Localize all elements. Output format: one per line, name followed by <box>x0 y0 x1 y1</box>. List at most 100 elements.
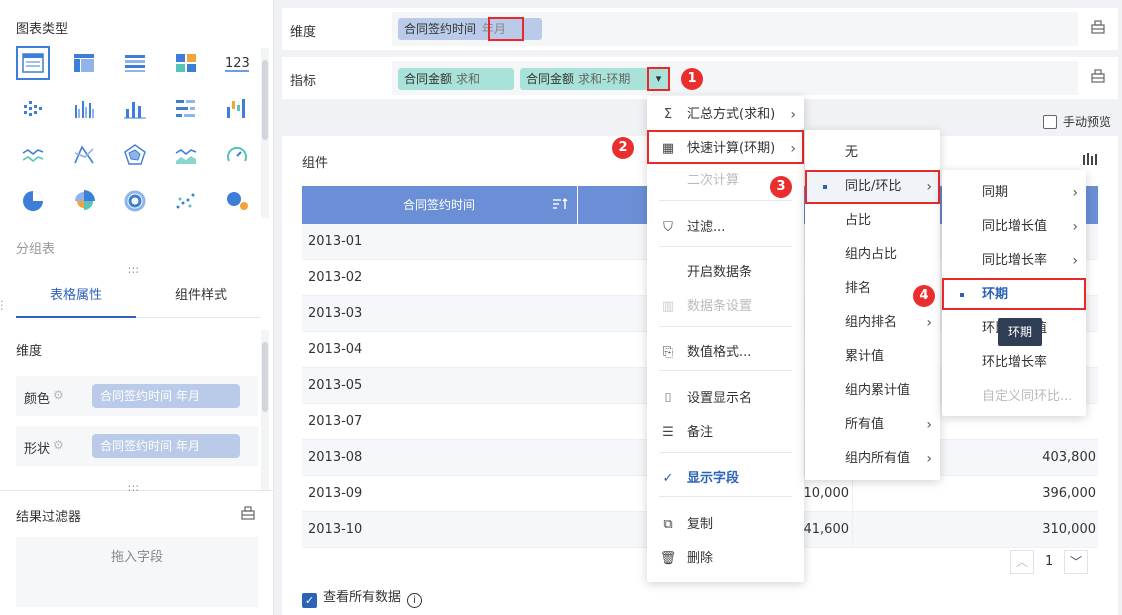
left-panel: 图表类型 123 分组表 ∶∶∶ 表格属性 组件样式 · · · 维度 颜色 ⚙ 合… <box>0 0 274 615</box>
gear-icon[interactable]: ⚙ <box>53 438 64 452</box>
crosstab-chart-icon[interactable] <box>67 46 101 80</box>
menu-show-field[interactable]: ✓ 显示字段 <box>647 462 804 496</box>
calc-option-2[interactable]: 占比 <box>805 204 940 238</box>
page-number: 1 <box>1045 554 1054 569</box>
metric-field-pill-sum[interactable]: 合同金额 求和 <box>398 68 514 90</box>
chevron-right-icon: › <box>1072 185 1078 201</box>
radar-chart-icon[interactable] <box>118 138 152 172</box>
color-field-pill[interactable]: 合同签约时间 年月 <box>92 384 240 408</box>
menu-note[interactable]: ☰ 备注 <box>647 416 804 450</box>
sort-icon[interactable] <box>552 197 568 214</box>
menu-note-icon: ☰ <box>662 425 674 440</box>
view-all-data-toggle[interactable]: ✓ 查看所有数据 i <box>302 586 423 608</box>
highlight-box-yoy <box>805 170 940 204</box>
settings-icon[interactable] <box>1090 20 1106 38</box>
horizontal-bar-icon[interactable] <box>169 92 203 126</box>
calc-option-0[interactable]: 无 <box>805 136 940 170</box>
menu-delete[interactable]: 🗑 删除 <box>647 542 804 576</box>
menu-aggregate[interactable]: Σ 汇总方式(求和) › <box>647 98 804 132</box>
resize-handle-top[interactable]: ∶∶∶ <box>128 264 140 277</box>
page-size-dropdown[interactable]: ﹀ <box>1064 550 1088 574</box>
rose-chart-icon[interactable] <box>67 184 101 218</box>
calc-option-3[interactable]: 组内占比 <box>805 238 940 272</box>
property-tabs: 表格属性 组件样式 <box>16 282 260 318</box>
dashboard-block-icon[interactable] <box>169 46 203 80</box>
group-table-label: 分组表 <box>16 242 56 257</box>
tab-table-properties[interactable]: 表格属性 <box>16 282 136 318</box>
column-header-sign-date[interactable]: 合同签约时间 <box>302 186 576 224</box>
menu-databar[interactable]: 开启数据条 <box>647 256 804 290</box>
bubble-chart-icon[interactable] <box>220 184 254 218</box>
menu-copy-icon: ⧉ <box>663 517 673 532</box>
yoy-option-5[interactable]: 环比增长率 <box>942 346 1086 380</box>
tab-component-style[interactable]: 组件样式 <box>141 282 261 318</box>
gauge-icon[interactable] <box>220 138 254 172</box>
waterfall-icon[interactable] <box>220 92 254 126</box>
calc-option-5[interactable]: 组内排名 › <box>805 306 940 340</box>
menu-number-format[interactable]: ⎘ 数值格式... <box>647 336 804 370</box>
menu-display-name[interactable]: ⌷ 设置显示名 <box>647 382 804 416</box>
calc-option-8[interactable]: 所有值 › <box>805 408 940 442</box>
bar-chart-icon[interactable] <box>118 92 152 126</box>
scatter-bar-icon[interactable] <box>16 92 50 126</box>
row-value-ring: 396,000 <box>1042 486 1096 501</box>
chevron-right-icon: › <box>926 451 932 467</box>
settings-icon[interactable] <box>240 506 256 524</box>
menu-show-field-icon: ✓ <box>662 471 674 486</box>
grouped-bar-icon[interactable] <box>67 92 101 126</box>
ring-chart-icon[interactable] <box>118 184 152 218</box>
dimension-section-title: 维度 <box>16 344 43 359</box>
menu-aggregate-icon: Σ <box>663 107 673 122</box>
yoy-option-2[interactable]: 同比增长率 › <box>942 244 1086 278</box>
menu-number-format-icon: ⎘ <box>662 345 674 360</box>
side-drag-handle[interactable]: · · · <box>0 296 4 315</box>
step-badge-4: 4 <box>913 285 935 307</box>
number-card-icon[interactable]: 123 <box>220 46 254 80</box>
settings-icon[interactable] <box>1090 69 1106 87</box>
property-scrollbar[interactable] <box>261 330 269 490</box>
menu-databar-settings-icon: ▥ <box>661 299 675 314</box>
step-badge-1: 1 <box>681 68 703 90</box>
menu-copy[interactable]: ⧉ 复制 <box>647 508 804 542</box>
result-filter-title: 结果过滤器 <box>16 510 82 525</box>
scatter-chart-icon[interactable] <box>169 184 203 218</box>
shape-field-pill[interactable]: 合同签约时间 年月 <box>92 434 240 458</box>
dimension-label: 维度 <box>290 25 317 40</box>
pie-chart-icon[interactable] <box>16 184 50 218</box>
dimension-row: 维度 合同签约时间 年月 <box>282 8 1118 50</box>
calc-option-9[interactable]: 组内所有值 › <box>805 442 940 476</box>
step-badge-2: 2 <box>612 137 634 159</box>
row-date: 2013-03 <box>308 306 363 321</box>
manual-preview-checkbox[interactable] <box>1043 115 1057 129</box>
detail-table-icon[interactable] <box>118 46 152 80</box>
chevron-right-icon: › <box>1072 219 1078 235</box>
manual-preview-toggle[interactable]: 手动预览 <box>1043 113 1111 130</box>
chart-type-scrollbar[interactable] <box>261 48 269 218</box>
gear-icon[interactable]: ⚙ <box>53 388 64 402</box>
field-context-menu: Σ 汇总方式(求和) › ▦ 快速计算(环期) › 二次计算 ⛉ 过滤... 开启数据条… <box>647 96 804 582</box>
step-badge-3: 3 <box>770 176 792 198</box>
table-chart-icon[interactable] <box>16 46 50 80</box>
calc-option-7[interactable]: 组内累计值 <box>805 374 940 408</box>
dropdown-arrow-button[interactable]: ▾ <box>647 67 670 91</box>
row-date: 2013-02 <box>308 270 363 285</box>
menu-filter[interactable]: ⛉ 过滤... <box>647 211 804 245</box>
metric-drop-area[interactable]: 合同金额 求和 合同金额 求和-环期 <box>392 61 1078 95</box>
area-chart-icon[interactable] <box>169 138 203 172</box>
yoy-option-0[interactable]: 同期 › <box>942 176 1086 210</box>
chevron-right-icon: › <box>926 315 932 331</box>
menu-display-name-icon: ⌷ <box>664 391 672 406</box>
info-icon[interactable]: i <box>407 593 423 608</box>
highlight-box-quick-calc <box>647 130 804 164</box>
chart-switch-icon[interactable] <box>1082 152 1098 170</box>
yoy-option-1[interactable]: 同比增长值 › <box>942 210 1086 244</box>
filter-drop-zone[interactable]: 拖入字段 <box>16 537 258 607</box>
resize-handle-bottom[interactable]: ∶∶∶ <box>128 482 140 495</box>
prev-page-button[interactable]: ︿ <box>1010 550 1034 574</box>
menu-filter-icon: ⛉ <box>663 220 673 235</box>
calc-option-6[interactable]: 累计值 <box>805 340 940 374</box>
view-all-checkbox[interactable]: ✓ <box>302 593 317 608</box>
line-chart-icon[interactable] <box>16 138 50 172</box>
radar-line-icon[interactable] <box>67 138 101 172</box>
ring-period-tooltip: 环期 <box>998 318 1042 346</box>
